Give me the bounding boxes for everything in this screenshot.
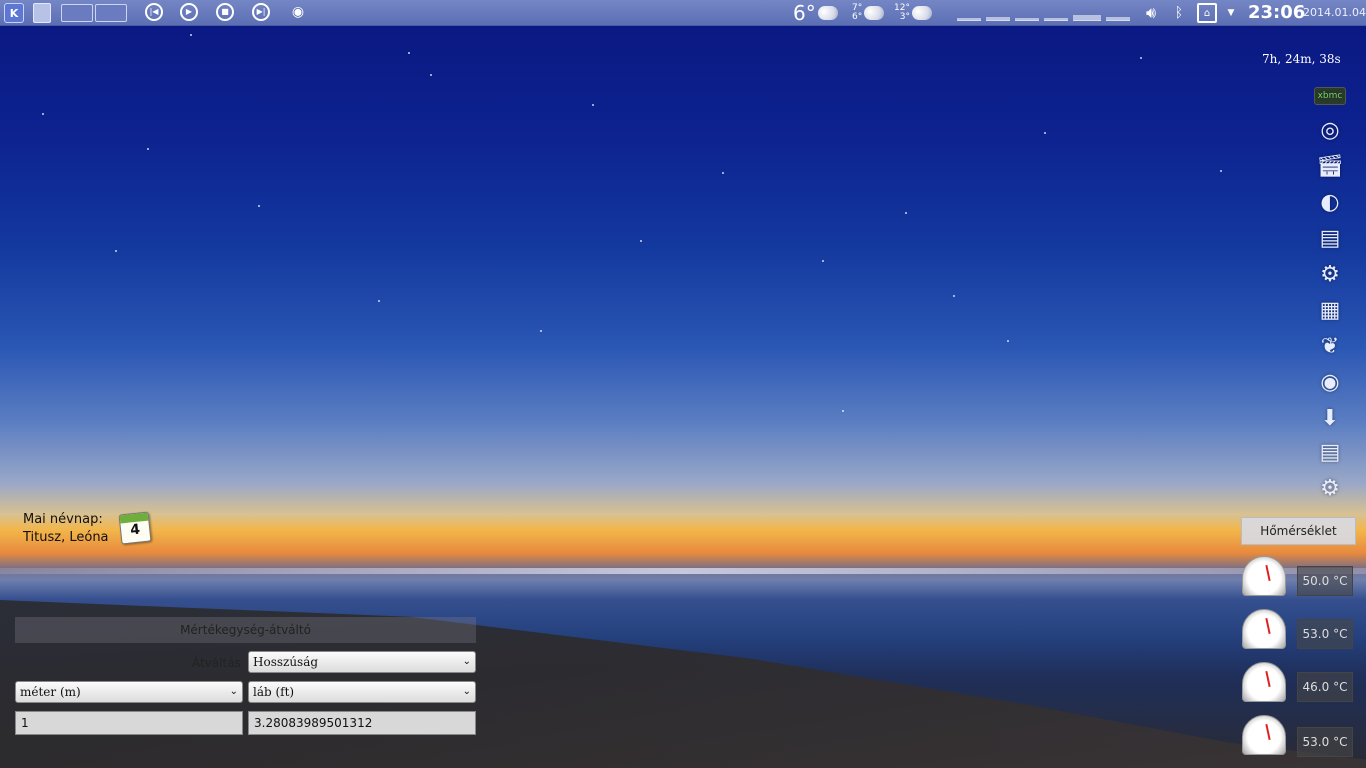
to-unit-select[interactable]: láb (ft) ⌄: [248, 681, 476, 703]
from-value-input[interactable]: 1: [15, 711, 243, 735]
system-monitor-ram[interactable]: [1073, 13, 1101, 21]
gimp-icon[interactable]: ❦: [1313, 330, 1347, 362]
stop-icon[interactable]: ■: [216, 3, 234, 21]
system-monitor-disk[interactable]: [1015, 13, 1039, 21]
system-monitor-io[interactable]: [1044, 13, 1068, 21]
gear-icon[interactable]: ⚙: [1313, 258, 1347, 290]
drive-icon[interactable]: ▤: [1313, 436, 1347, 468]
previous-icon[interactable]: |◀: [145, 3, 163, 21]
download-icon[interactable]: ⬇: [1313, 402, 1347, 434]
to-value-input[interactable]: 3.28083989501312: [248, 711, 476, 735]
wave-line: [0, 568, 1366, 574]
thermometer-gauge-icon: [1242, 662, 1286, 702]
temperature-title-button[interactable]: Hőmérséklet: [1241, 517, 1356, 545]
from-unit-select[interactable]: méter (m) ⌄: [15, 681, 243, 703]
sun-cloud-icon: [864, 1, 885, 20]
converter-title: Mértékegység-átváltó: [15, 617, 476, 643]
from-unit-value: méter (m): [20, 685, 81, 699]
pager-desktop-1[interactable]: [61, 4, 93, 22]
pager-desktop-2[interactable]: [95, 4, 127, 22]
system-monitor-cpu[interactable]: [957, 13, 981, 21]
next-icon[interactable]: ▶|: [252, 3, 270, 21]
thermometer-gauge-icon: [1242, 556, 1286, 596]
chevron-down-icon: ⌄: [462, 686, 471, 697]
eye-icon[interactable]: ◉: [1313, 366, 1347, 398]
chevron-down-icon: ⌄: [229, 686, 238, 697]
clock-time[interactable]: 23:06: [1248, 2, 1305, 23]
dock-xbmc[interactable]: xbmc: [1313, 80, 1347, 112]
thermometer-gauge-icon: [1242, 609, 1286, 649]
calendar-day: 4: [129, 521, 141, 539]
media-gear-icon[interactable]: ⚙: [1313, 472, 1347, 504]
forecast-low: 3°: [899, 12, 910, 22]
thermometer-gauge-icon: [1242, 715, 1286, 755]
display-icon[interactable]: ▦: [1313, 294, 1347, 326]
calendar-icon[interactable]: 4: [118, 511, 152, 545]
clock-date[interactable]: 2014.01.04: [1303, 6, 1366, 19]
kde-launcher-button[interactable]: K: [4, 3, 24, 23]
system-monitor-net[interactable]: [986, 13, 1010, 21]
to-unit-value: láb (ft): [253, 685, 295, 699]
nameday-label: Mai névnap:: [23, 512, 103, 527]
system-monitor-swap[interactable]: [1106, 13, 1130, 21]
nameday-names: Titusz, Leóna: [23, 530, 109, 545]
disc-icon[interactable]: ◎: [1313, 114, 1347, 146]
weather-forecast-1[interactable]: 7° 6°: [852, 0, 885, 26]
nameday-widget: Mai névnap: Titusz, Leóna: [23, 511, 109, 547]
conversion-type-label: Átváltás: [192, 656, 241, 670]
temperature-value: 50.0 °C: [1297, 566, 1353, 596]
weather-forecast-2[interactable]: 12° 3°: [894, 0, 932, 26]
bluetooth-icon[interactable]: ᛒ: [1171, 3, 1187, 23]
temperature-value: 46.0 °C: [1297, 672, 1353, 702]
chevron-down-icon: ⌄: [462, 656, 471, 667]
volume-icon[interactable]: 🔊︎: [1139, 3, 1163, 23]
drive-icon[interactable]: ▤: [1313, 222, 1347, 254]
cloud-icon: [817, 6, 838, 20]
category-value: Hosszúság: [253, 655, 319, 669]
temperature-value: 53.0 °C: [1297, 727, 1353, 757]
category-select[interactable]: Hosszúság ⌄: [248, 651, 476, 673]
network-globe-icon[interactable]: ◉: [289, 3, 307, 21]
folder-view-button[interactable]: [33, 3, 51, 23]
play-icon[interactable]: ▶: [180, 3, 198, 21]
xbmc-icon: xbmc: [1314, 87, 1346, 105]
weather-current[interactable]: 6°: [793, 0, 838, 26]
sun-cloud-icon: [911, 1, 932, 20]
clapperboard-icon[interactable]: 🎬︎: [1313, 150, 1347, 182]
forecast-low: 6°: [852, 12, 863, 22]
temperature-value: 53.0 °C: [1297, 619, 1353, 649]
current-temperature: 6°: [793, 1, 816, 25]
uptime-widget: 7h, 24m, 38s: [1262, 52, 1341, 66]
network-manager-icon[interactable]: ⌂: [1197, 3, 1217, 23]
tray-expand-icon[interactable]: ▼: [1226, 3, 1236, 23]
shark-icon[interactable]: ◐: [1313, 186, 1347, 218]
top-panel: K |◀ ▶ ■ ▶| ◉ 6° 7° 6° 12° 3° 🔊︎ ᛒ ⌂ ▼ 2…: [0, 0, 1366, 26]
